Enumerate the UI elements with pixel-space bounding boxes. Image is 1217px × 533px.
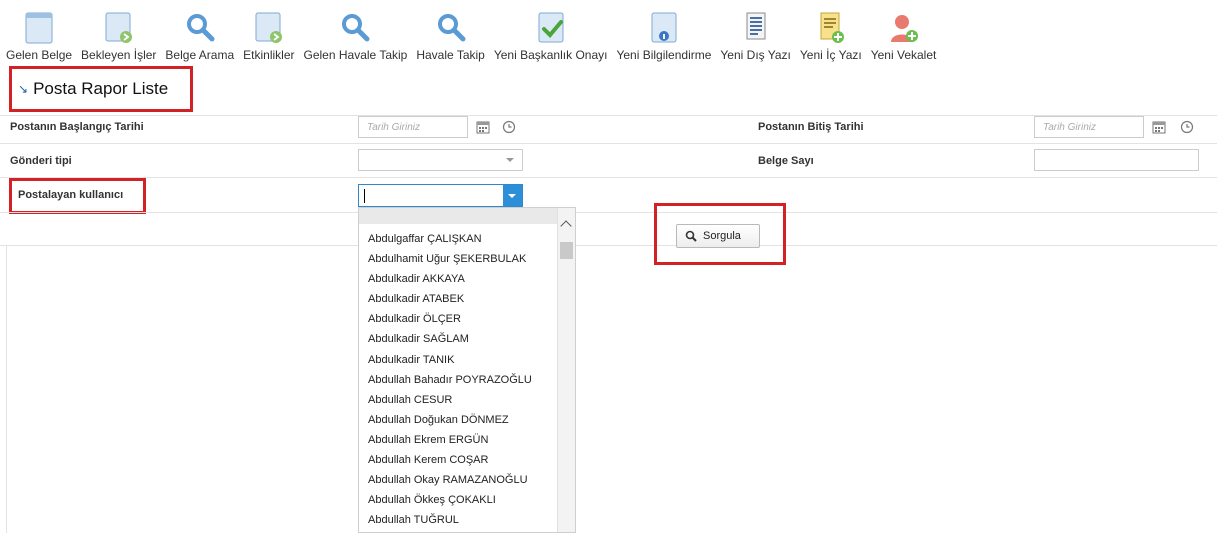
- toolbar-item-havale-takip[interactable]: Havale Takip: [416, 11, 485, 62]
- query-button[interactable]: Sorgula: [676, 224, 760, 248]
- start-date-input[interactable]: Tarih Giriniz: [358, 116, 468, 138]
- list-item[interactable]: Abdullah CESUR: [368, 390, 532, 410]
- poster-user-combobox[interactable]: [358, 184, 523, 207]
- toolbar-item-bekleyen-isler[interactable]: Bekleyen İşler: [81, 11, 156, 62]
- list-item[interactable]: Abdullah Ökkeş ÇOKAKLI: [368, 490, 532, 510]
- toolbar-label: Yeni Bilgilendirme: [616, 48, 712, 62]
- end-date-label: Postanın Bitiş Tarihi: [758, 121, 864, 133]
- divider: [0, 212, 358, 213]
- magnifier-icon: [183, 11, 217, 45]
- list-item[interactable]: Abdulkadir ÖLÇER: [368, 309, 532, 329]
- document-forward-icon: [252, 11, 286, 45]
- toolbar-label: Yeni İç Yazı: [799, 48, 862, 62]
- toolbar-label: Yeni Vekalet: [870, 48, 937, 62]
- dropdown-toggle-button[interactable]: [503, 185, 522, 206]
- document-icon: [22, 11, 56, 45]
- document-check-icon: [534, 11, 568, 45]
- toolbar-label: Bekleyen İşler: [81, 48, 157, 62]
- chevron-down-icon: [506, 158, 514, 162]
- doc-number-input[interactable]: [1034, 149, 1199, 171]
- doc-number-label: Belge Sayı: [758, 155, 814, 167]
- section-header[interactable]: ↘ Posta Rapor Liste: [9, 66, 193, 112]
- user-add-icon: [887, 11, 921, 45]
- list-item[interactable]: Abdulkadir ATABEK: [368, 289, 532, 309]
- list-item[interactable]: Abdulkadir SAĞLAM: [368, 329, 532, 349]
- page-add-icon: [814, 11, 848, 45]
- document-forward-icon: [102, 11, 136, 45]
- list-item[interactable]: Abdulkadir AKKAYA: [368, 269, 532, 289]
- search-icon: [685, 230, 697, 242]
- toolbar-item-etkinlikler[interactable]: Etkinlikler: [243, 11, 295, 62]
- calendar-icon[interactable]: [1152, 120, 1166, 134]
- clock-icon[interactable]: [502, 120, 516, 134]
- divider: [0, 245, 358, 246]
- toolbar-item-yeni-baskanlik-onayi[interactable]: Yeni Başkanlık Onayı: [493, 11, 608, 62]
- list-item[interactable]: Abdullah Doğukan DÖNMEZ: [368, 410, 532, 430]
- list-item[interactable]: Abdullah Kerem COŞAR: [368, 450, 532, 470]
- calendar-icon[interactable]: [476, 120, 490, 134]
- page-text-icon: [739, 11, 773, 45]
- list-item[interactable]: Abdulhamit Uğur ŞEKERBULAK: [368, 249, 532, 269]
- section-title: Posta Rapor Liste: [33, 79, 169, 98]
- magnifier-icon: [434, 11, 468, 45]
- toolbar-label: Gelen Havale Takip: [303, 48, 408, 62]
- scroll-up-arrow-icon[interactable]: [560, 220, 572, 232]
- document-info-icon: [647, 11, 681, 45]
- toolbar-label: Havale Takip: [416, 48, 485, 62]
- start-date-label: Postanın Başlangıç Tarihi: [10, 121, 144, 133]
- chevron-down-icon: [508, 194, 516, 198]
- end-date-input[interactable]: Tarih Giriniz: [1034, 116, 1144, 138]
- toolbar-item-gelen-belge[interactable]: Gelen Belge: [6, 11, 72, 62]
- toolbar-item-yeni-vekalet[interactable]: Yeni Vekalet: [870, 11, 937, 62]
- toolbar-label: Belge Arama: [165, 48, 235, 62]
- scrollbar-thumb[interactable]: [560, 242, 573, 259]
- toolbar-item-gelen-havale-takip[interactable]: Gelen Havale Takip: [303, 11, 408, 62]
- divider: [0, 143, 1217, 144]
- list-empty-option[interactable]: [359, 208, 557, 224]
- send-type-label: Gönderi tipi: [10, 155, 72, 167]
- magnifier-icon: [338, 11, 372, 45]
- query-button-label: Sorgula: [703, 230, 741, 242]
- list-item[interactable]: Abdullah Bahadır POYRAZOĞLU: [368, 370, 532, 390]
- toolbar-label: Gelen Belge: [6, 48, 73, 62]
- toolbar-item-yeni-bilgilendirme[interactable]: Yeni Bilgilendirme: [616, 11, 711, 62]
- toolbar-label: Etkinlikler: [243, 48, 295, 62]
- toolbar-label: Yeni Başkanlık Onayı: [493, 48, 608, 62]
- user-options: Abdulgaffar ÇALIŞKAN Abdulhamit Uğur ŞEK…: [368, 229, 532, 530]
- list-item[interactable]: Abdulgaffar ÇALIŞKAN: [368, 229, 532, 249]
- toolbar-item-yeni-ic-yazi[interactable]: Yeni İç Yazı: [800, 11, 862, 62]
- collapse-arrow-icon: ↘: [18, 82, 29, 96]
- poster-user-label: Postalayan kullanıcı: [18, 189, 124, 201]
- list-item[interactable]: Abdullah Ekrem ERGÜN: [368, 430, 532, 450]
- list-item[interactable]: Abdulkadir TANIK: [368, 350, 532, 370]
- text-cursor: [364, 189, 365, 203]
- content-border: [6, 245, 7, 533]
- list-item[interactable]: Abdullah TUĞRUL: [368, 510, 532, 530]
- list-item[interactable]: Abdullah Okay RAMAZANOĞLU: [368, 470, 532, 490]
- send-type-select[interactable]: [358, 149, 523, 171]
- poster-user-dropdown-list[interactable]: Abdulgaffar ÇALIŞKAN Abdulhamit Uğur ŞEK…: [358, 207, 576, 533]
- dropdown-scrollbar[interactable]: [557, 208, 575, 532]
- main-toolbar: Gelen Belge Bekleyen İşler Belge Arama E…: [6, 0, 945, 62]
- toolbar-item-yeni-dis-yazi[interactable]: Yeni Dış Yazı: [720, 11, 791, 62]
- divider: [0, 177, 1217, 178]
- toolbar-item-belge-arama[interactable]: Belge Arama: [165, 11, 234, 62]
- clock-icon[interactable]: [1180, 120, 1194, 134]
- toolbar-label: Yeni Dış Yazı: [720, 48, 791, 62]
